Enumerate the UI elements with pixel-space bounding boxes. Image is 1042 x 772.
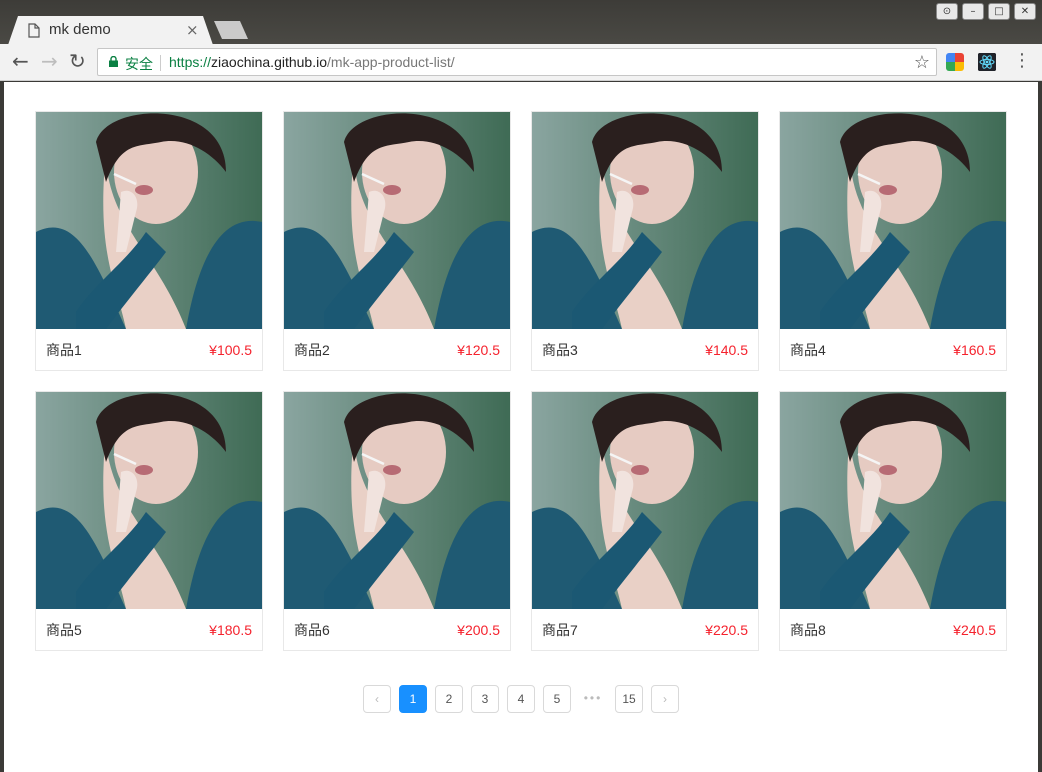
url-host: ziaochina.github.io [211,54,328,70]
product-card[interactable]: 商品1 ¥100.5 [35,111,263,371]
product-price: ¥240.5 [953,621,996,638]
product-card-footer: 商品6 ¥200.5 [284,609,510,650]
product-card[interactable]: 商品6 ¥200.5 [283,391,511,651]
tab-title: mk demo [49,21,111,38]
product-image[interactable] [532,112,758,329]
product-name: 商品5 [46,621,82,638]
product-image[interactable] [532,392,758,609]
page-button-5[interactable]: 5 [543,685,571,713]
product-price: ¥140.5 [705,341,748,358]
secure-label: 安全 [125,57,153,73]
product-name: 商品7 [542,621,578,638]
prev-page-button[interactable]: ‹ [363,685,391,713]
document-icon [28,23,40,38]
page-button-3[interactable]: 3 [471,685,499,713]
reload-icon[interactable]: ↻ [69,50,86,72]
product-card[interactable]: 商品8 ¥240.5 [779,391,1007,651]
minimize-button[interactable]: – [962,3,984,20]
product-card-footer: 商品8 ¥240.5 [780,609,1006,650]
product-name: 商品1 [46,341,82,358]
maximize-button[interactable]: □ [988,3,1010,20]
page-button-1[interactable]: 1 [399,685,427,713]
product-card-footer: 商品4 ¥160.5 [780,329,1006,370]
page-button-2[interactable]: 2 [435,685,463,713]
lock-icon [109,56,118,67]
product-card-footer: 商品7 ¥220.5 [532,609,758,650]
product-card[interactable]: 商品7 ¥220.5 [531,391,759,651]
product-name: 商品6 [294,621,330,638]
product-grid: 商品1 ¥100.5 商品2 ¥120.5 商品3 ¥140.5 商品4 ¥16… [35,111,1007,651]
bookmark-star-icon[interactable]: ☆ [914,52,930,73]
back-arrow-icon[interactable]: ← [12,50,29,72]
close-window-button[interactable]: ✕ [1014,3,1036,20]
forward-arrow-icon[interactable]: → [41,50,58,72]
extension-icon[interactable] [946,53,964,71]
product-image[interactable] [780,392,1006,609]
url-scheme: https:// [169,54,212,70]
tab-close-icon[interactable]: × [186,21,199,39]
address-bar[interactable]: 安全 https://ziaochina.github.io/mk-app-pr… [97,48,937,76]
omnibox-divider [160,55,161,71]
product-card[interactable]: 商品5 ¥180.5 [35,391,263,651]
product-image[interactable] [36,112,262,329]
product-image[interactable] [36,392,262,609]
pagination: ‹ 1 2 3 4 5 ••• 15 › [363,685,679,713]
browser-toolbar: ← → ↻ 安全 https://ziaochina.github.io/mk-… [0,44,1042,81]
page-button-last[interactable]: 15 [615,685,643,713]
product-card[interactable]: 商品4 ¥160.5 [779,111,1007,371]
page-viewport: 商品1 ¥100.5 商品2 ¥120.5 商品3 ¥140.5 商品4 ¥16… [4,82,1038,772]
browser-menu-icon[interactable]: ⋮ [1013,52,1031,70]
product-image[interactable] [284,112,510,329]
product-image[interactable] [780,112,1006,329]
product-price: ¥120.5 [457,341,500,358]
product-card[interactable]: 商品3 ¥140.5 [531,111,759,371]
product-card-footer: 商品3 ¥140.5 [532,329,758,370]
url-path: /mk-app-product-list/ [327,54,455,70]
product-card-footer: 商品5 ¥180.5 [36,609,262,650]
product-price: ¥100.5 [209,341,252,358]
product-card-footer: 商品2 ¥120.5 [284,329,510,370]
react-devtools-icon[interactable] [978,53,996,71]
product-price: ¥200.5 [457,621,500,638]
product-name: 商品4 [790,341,826,358]
profile-icon[interactable]: ⊙ [936,3,958,20]
page-button-4[interactable]: 4 [507,685,535,713]
product-name: 商品3 [542,341,578,358]
product-image[interactable] [284,392,510,609]
product-name: 商品8 [790,621,826,638]
product-card[interactable]: 商品2 ¥120.5 [283,111,511,371]
window-controls: ⊙ – □ ✕ [936,3,1036,20]
product-card-footer: 商品1 ¥100.5 [36,329,262,370]
product-price: ¥220.5 [705,621,748,638]
product-price: ¥160.5 [953,341,996,358]
url-text[interactable]: https://ziaochina.github.io/mk-app-produ… [169,54,455,70]
product-name: 商品2 [294,341,330,358]
next-page-button[interactable]: › [651,685,679,713]
browser-tab[interactable]: mk demo × [8,16,213,45]
page-ellipsis[interactable]: ••• [579,685,607,713]
product-price: ¥180.5 [209,621,252,638]
